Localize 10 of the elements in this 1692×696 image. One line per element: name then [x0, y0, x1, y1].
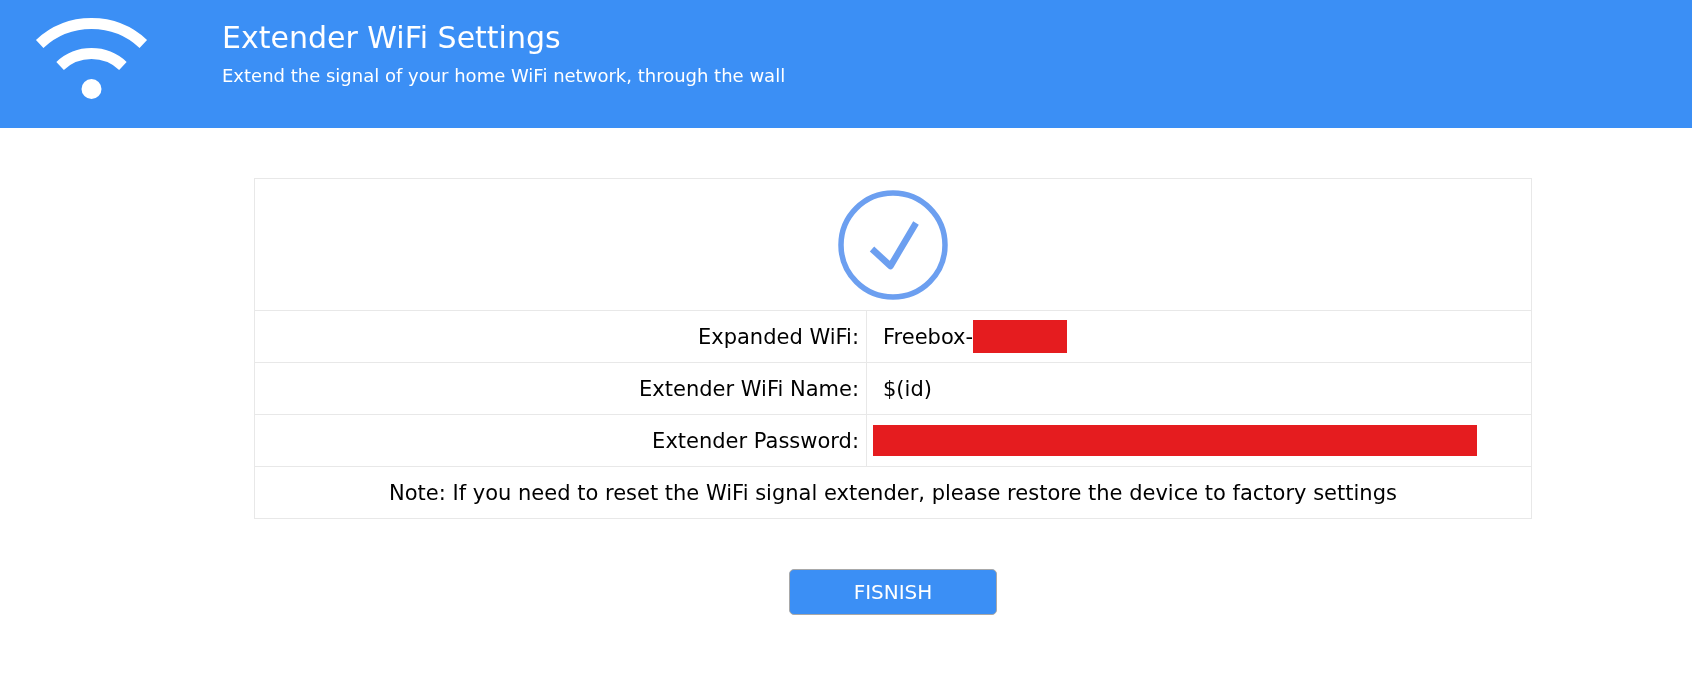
- finish-button[interactable]: FISNISH: [789, 569, 997, 615]
- field-value: Freebox-: [883, 324, 974, 349]
- field-value: $(id): [883, 376, 932, 401]
- field-label: Extender WiFi Name:: [639, 376, 859, 401]
- page-title: Extender WiFi Settings: [222, 20, 561, 56]
- field-label: Extender Password:: [652, 428, 859, 453]
- field-label: Expanded WiFi:: [697, 324, 859, 349]
- note-text: Note: If you need to reset the WiFi signal extender, please restore the device to factory settings: [389, 480, 1397, 505]
- page-subtitle: Extend the signal of your home WiFi network, through the wall: [222, 65, 786, 87]
- wifi-icon: [33, 17, 150, 100]
